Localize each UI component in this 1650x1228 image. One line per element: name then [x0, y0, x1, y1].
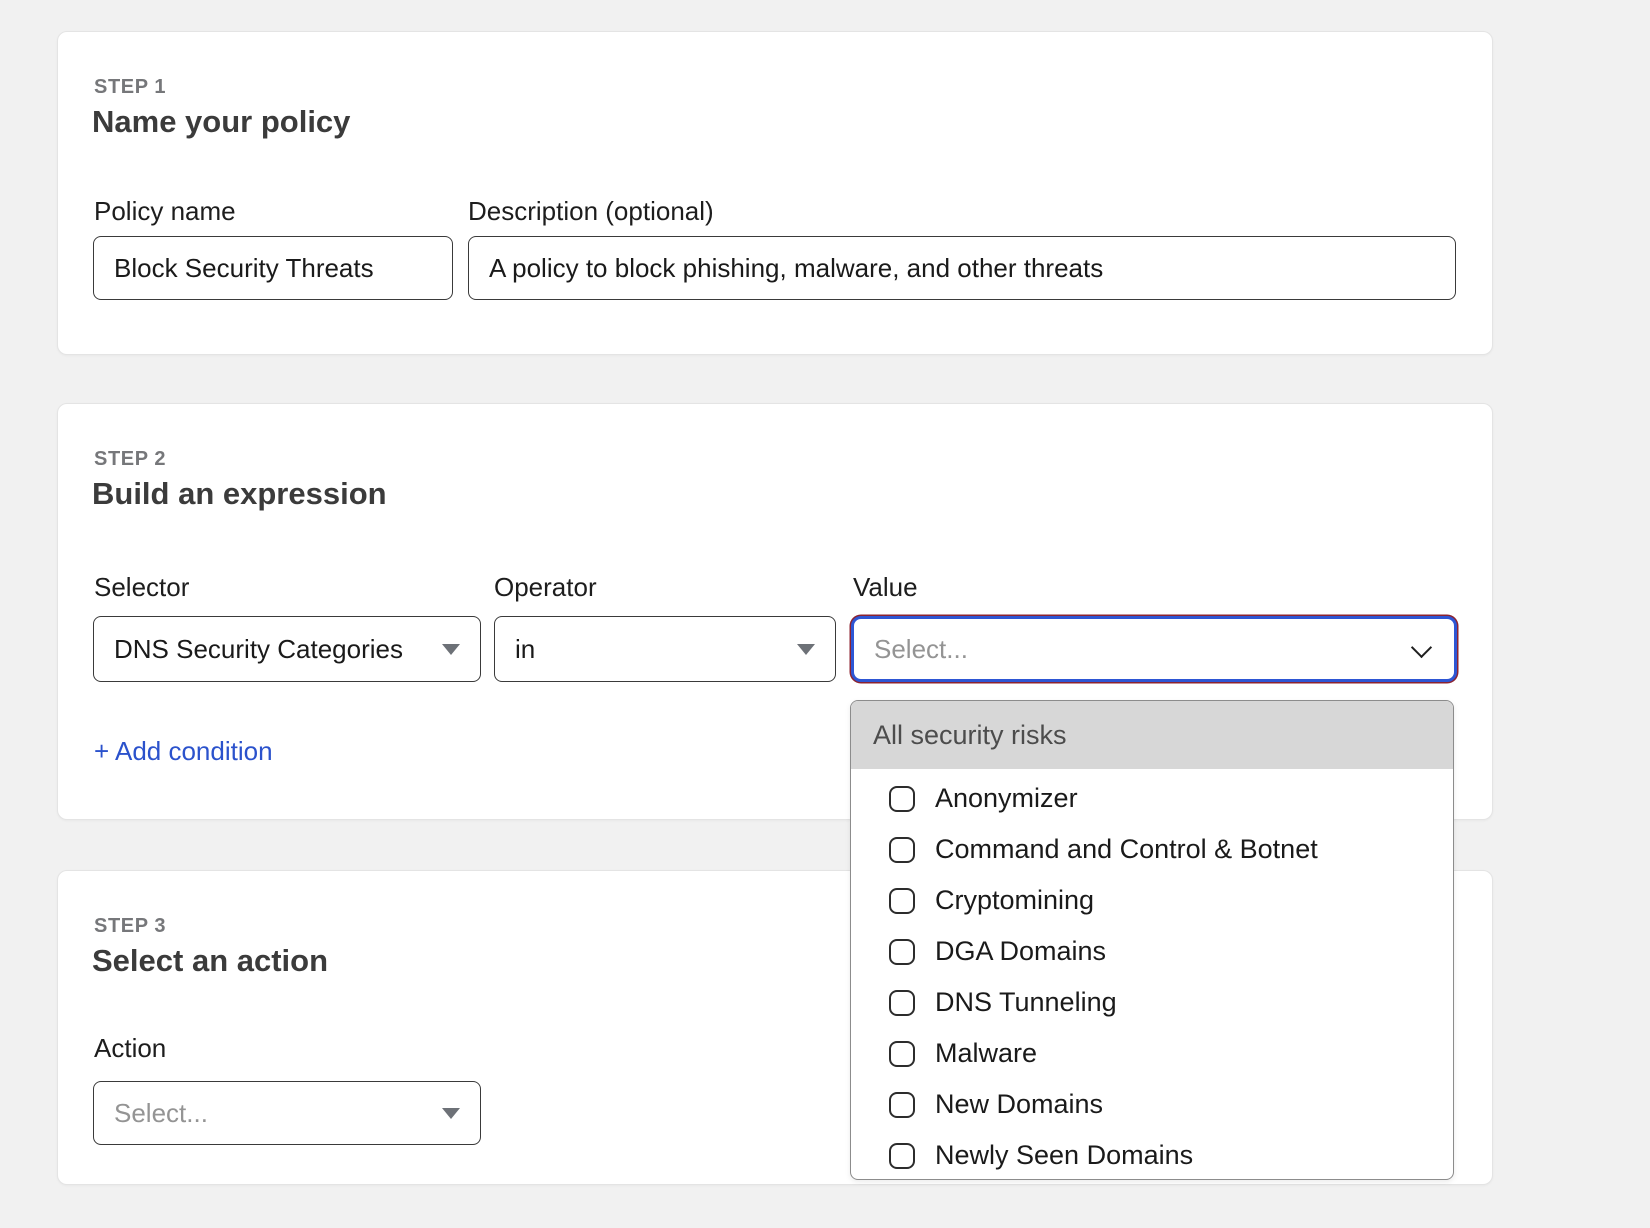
dropdown-option-dga-domains[interactable]: DGA Domains	[851, 926, 1453, 977]
selector-label: Selector	[94, 572, 189, 603]
step1-title: Name your policy	[92, 104, 350, 140]
dropdown-option-anonymizer[interactable]: Anonymizer	[851, 773, 1453, 824]
policy-name-label: Policy name	[94, 196, 236, 227]
step3-title: Select an action	[92, 943, 328, 979]
step1-card: STEP 1 Name your policy Policy name Desc…	[57, 31, 1493, 355]
description-label: Description (optional)	[468, 196, 714, 227]
value-multiselect[interactable]: Select...	[851, 616, 1457, 682]
step1-eyebrow: STEP 1	[94, 76, 166, 99]
add-condition-link[interactable]: + Add condition	[94, 736, 273, 767]
dropdown-option-new-domains[interactable]: New Domains	[851, 1079, 1453, 1130]
selector-select[interactable]: DNS Security Categories	[93, 616, 481, 682]
step3-eyebrow: STEP 3	[94, 915, 166, 938]
triangle-down-icon	[442, 644, 460, 655]
value-label: Value	[853, 572, 918, 603]
dropdown-option-newly-seen-domains[interactable]: Newly Seen Domains	[851, 1130, 1453, 1180]
checkbox-unchecked-icon[interactable]	[889, 939, 915, 965]
checkbox-unchecked-icon[interactable]	[889, 888, 915, 914]
action-select[interactable]: Select...	[93, 1081, 481, 1145]
operator-label: Operator	[494, 572, 597, 603]
dropdown-option-malware[interactable]: Malware	[851, 1028, 1453, 1079]
dropdown-option-command-and-control[interactable]: Command and Control & Botnet	[851, 824, 1453, 875]
operator-select-value: in	[515, 634, 535, 665]
checkbox-unchecked-icon[interactable]	[889, 1092, 915, 1118]
step2-eyebrow: STEP 2	[94, 448, 166, 471]
checkbox-unchecked-icon[interactable]	[889, 786, 915, 812]
dropdown-options: Anonymizer Command and Control & Botnet …	[851, 769, 1453, 1180]
triangle-down-icon	[797, 644, 815, 655]
step2-title: Build an expression	[92, 476, 387, 512]
dropdown-option-cryptomining[interactable]: Cryptomining	[851, 875, 1453, 926]
dropdown-group-header[interactable]: All security risks	[851, 701, 1453, 769]
operator-select[interactable]: in	[494, 616, 836, 682]
description-input[interactable]	[468, 236, 1456, 300]
action-placeholder: Select...	[114, 1098, 208, 1129]
checkbox-unchecked-icon[interactable]	[889, 990, 915, 1016]
checkbox-unchecked-icon[interactable]	[889, 1143, 915, 1169]
dropdown-option-dns-tunneling[interactable]: DNS Tunneling	[851, 977, 1453, 1028]
triangle-down-icon	[442, 1108, 460, 1119]
policy-name-input[interactable]	[93, 236, 453, 300]
checkbox-unchecked-icon[interactable]	[889, 1041, 915, 1067]
checkbox-unchecked-icon[interactable]	[889, 837, 915, 863]
chevron-down-icon	[1414, 637, 1430, 653]
action-label: Action	[94, 1033, 166, 1064]
selector-select-value: DNS Security Categories	[114, 634, 403, 665]
policy-builder-page: STEP 1 Name your policy Policy name Desc…	[0, 0, 1650, 1228]
value-placeholder: Select...	[874, 634, 968, 665]
value-dropdown-panel: All security risks Anonymizer Command an…	[850, 700, 1454, 1180]
